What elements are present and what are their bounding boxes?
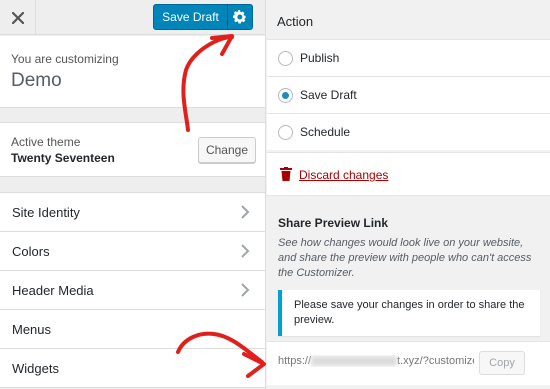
change-theme-button[interactable]: Change (198, 137, 256, 163)
section-colors[interactable]: Colors (0, 232, 265, 271)
chevron-right-icon (241, 244, 250, 258)
share-preview-description: See how changes would look live on your … (278, 237, 532, 279)
customizer-header: Save Draft (0, 0, 265, 35)
customizer-sections: Site Identity Colors Header Media Menus … (0, 192, 265, 388)
option-schedule[interactable]: Schedule (267, 113, 550, 150)
redacted-domain (311, 356, 398, 367)
customizing-label: You are customizing (11, 52, 119, 66)
chevron-right-icon (241, 283, 250, 297)
site-title: Demo (11, 70, 62, 91)
section-header-media[interactable]: Header Media (0, 271, 265, 310)
option-label: Schedule (300, 125, 351, 139)
section-menus[interactable]: Menus (0, 310, 265, 349)
gear-icon (233, 10, 247, 24)
active-theme-section: Active theme Twenty Seventeen Change (0, 122, 265, 177)
section-label: Colors (12, 244, 50, 259)
theme-name: Twenty Seventeen (11, 151, 115, 165)
notice-text: Please save your changes in order to sha… (294, 299, 525, 326)
option-publish[interactable]: Publish (267, 39, 550, 76)
section-site-identity[interactable]: Site Identity (0, 193, 265, 232)
copy-button[interactable]: Copy (479, 351, 525, 375)
discard-changes-link[interactable]: Discard changes (299, 168, 388, 182)
close-button[interactable] (0, 0, 36, 35)
customizer-sidebar: Save Draft You are customizing Demo Acti… (0, 0, 266, 389)
action-heading: Action (277, 14, 314, 29)
option-label: Save Draft (300, 88, 357, 102)
customizing-info: You are customizing Demo (0, 36, 265, 108)
radio-publish[interactable] (278, 51, 293, 66)
section-label: Widgets (12, 361, 59, 376)
share-preview-heading: Share Preview Link (278, 216, 389, 230)
section-label: Menus (12, 322, 52, 337)
option-label: Publish (300, 51, 340, 65)
section-label: Site Identity (12, 205, 80, 220)
option-save-draft[interactable]: Save Draft (267, 76, 550, 113)
active-theme-label: Active theme (11, 135, 81, 149)
save-draft-button[interactable]: Save Draft (153, 4, 228, 30)
trash-icon (280, 167, 292, 181)
discard-section: Discard changes (267, 152, 550, 196)
publish-settings-panel: Action Publish Save Draft Schedule Disca… (267, 0, 550, 389)
radio-save-draft[interactable] (278, 88, 293, 103)
save-notice: Please save your changes in order to sha… (278, 290, 540, 336)
publish-settings-button[interactable] (227, 4, 253, 30)
radio-schedule[interactable] (278, 125, 293, 140)
section-label: Header Media (12, 283, 94, 298)
url-suffix: t.xyz/?customize (397, 355, 474, 367)
preview-url-field[interactable]: https:// t.xyz/?customize (278, 355, 474, 367)
chevron-right-icon (241, 205, 250, 219)
close-icon (11, 11, 24, 24)
preview-link-row: https:// t.xyz/?customize Copy (267, 341, 550, 385)
section-widgets[interactable]: Widgets (0, 349, 265, 388)
url-prefix: https:// (278, 355, 312, 367)
